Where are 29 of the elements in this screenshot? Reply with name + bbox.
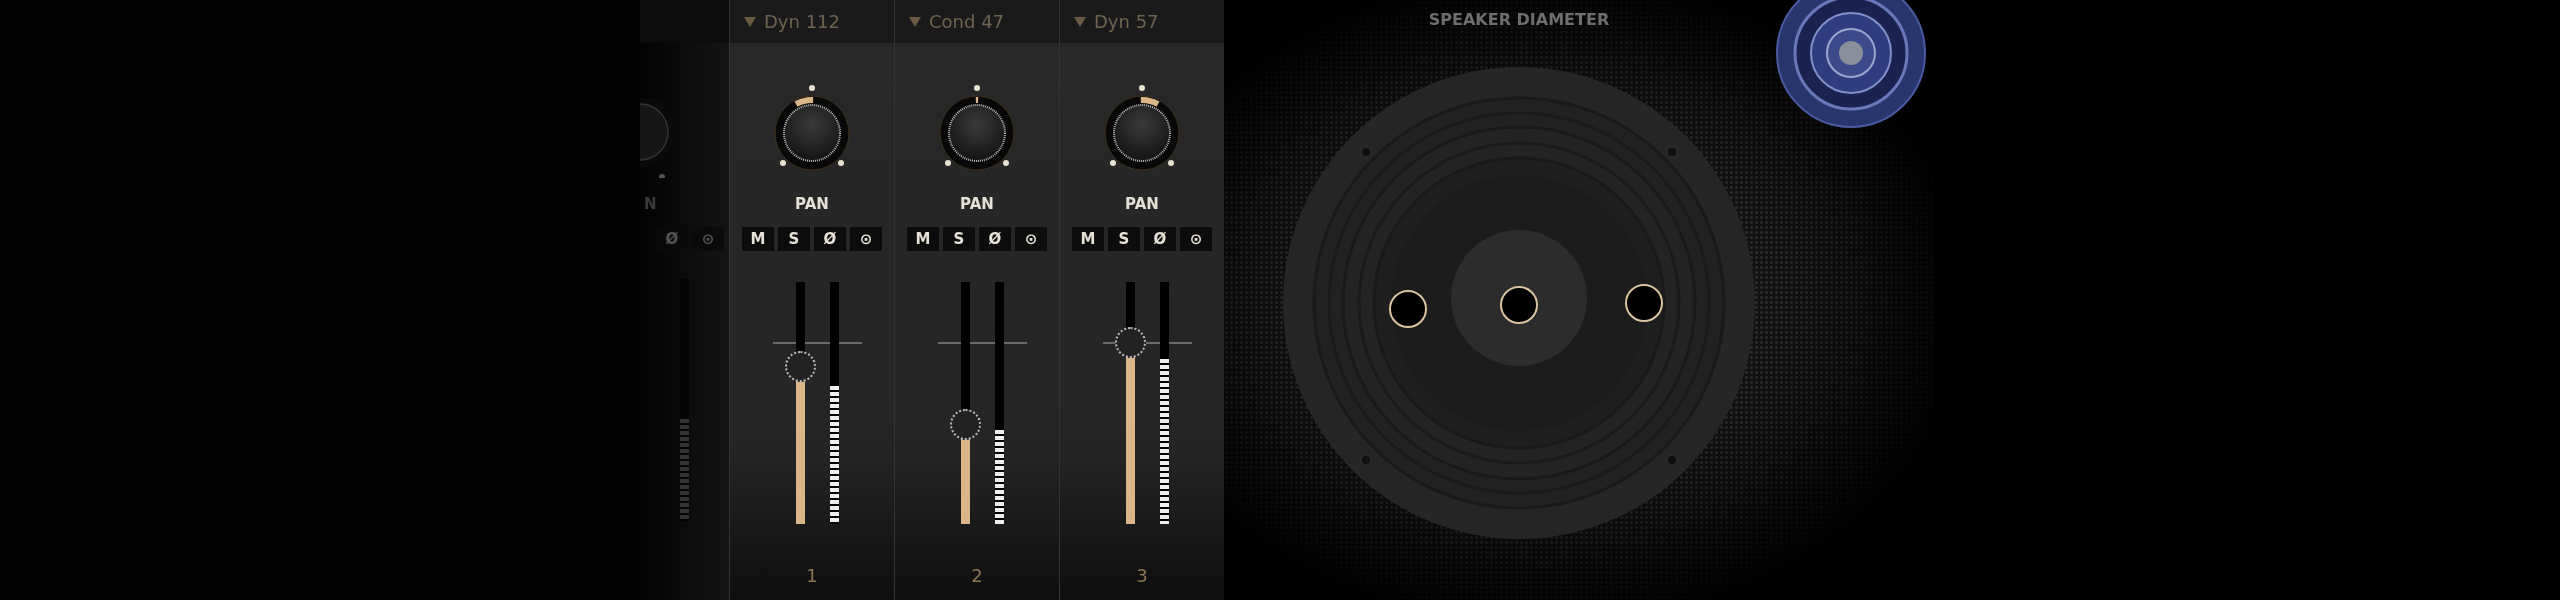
channel-button[interactable]: ⊙ [1180, 227, 1212, 251]
channel-number: 1 [806, 565, 818, 586]
channel-button[interactable]: S [778, 227, 810, 251]
channel-button[interactable]: Ø [1144, 227, 1176, 251]
pan-label: PAN [960, 195, 994, 215]
speaker-thumbnail[interactable] [1776, 0, 1926, 130]
input-name: Dyn 112 [764, 11, 840, 32]
fader-handle[interactable] [950, 408, 981, 440]
caret-icon [744, 16, 756, 27]
input-name: Cond 47 [929, 11, 1005, 32]
channel-button[interactable]: Ø [814, 227, 846, 251]
caret-icon [909, 16, 921, 27]
channel-button[interactable]: ⊙ [850, 227, 882, 251]
channel-button[interactable]: ⊙ [1015, 227, 1047, 251]
pan-label: PAN [795, 195, 829, 215]
channel-number: 2 [971, 565, 983, 586]
caret-icon [1074, 16, 1086, 27]
channel-button[interactable]: M [742, 227, 774, 251]
channel-button[interactable]: M [1072, 227, 1104, 251]
fader-handle[interactable] [785, 350, 816, 382]
channel-button[interactable]: S [1108, 227, 1140, 251]
fader-handle[interactable] [1115, 326, 1146, 358]
channel-button[interactable]: S [943, 227, 975, 251]
pan-label: PAN [1125, 195, 1159, 215]
channel-button[interactable]: Ø [979, 227, 1011, 251]
panel-title: SPEAKER DIAMETER [1428, 10, 1610, 29]
channel-button[interactable]: M [907, 227, 939, 251]
channel-number: 3 [1136, 565, 1148, 586]
input-name: Dyn 57 [1094, 11, 1159, 32]
